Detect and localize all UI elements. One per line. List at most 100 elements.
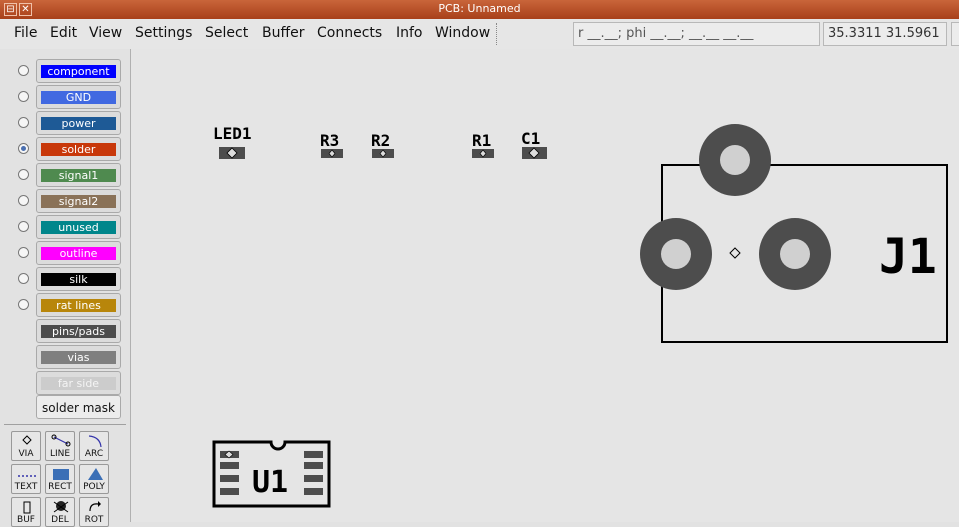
layer-toggle-button[interactable]: unused xyxy=(36,215,121,239)
text-icon xyxy=(12,466,40,482)
layer-label: silk xyxy=(41,273,116,286)
layer-toggle-button[interactable]: vias xyxy=(36,345,121,369)
tool-text-button[interactable]: TEXT xyxy=(11,464,41,494)
layer-label: signal2 xyxy=(41,195,116,208)
j1-hole-left xyxy=(661,239,691,269)
tool-rot-button[interactable]: ROT xyxy=(79,497,109,527)
tool-arc-button[interactable]: ARC xyxy=(79,431,109,461)
led1-refdes: LED1 xyxy=(213,124,252,143)
layer-toggle-button[interactable]: silk xyxy=(36,267,121,291)
j1-mark xyxy=(729,247,741,259)
tool-via-button[interactable]: VIA xyxy=(11,431,41,461)
component-j1[interactable]: J1 xyxy=(640,124,948,343)
tool-label: VIA xyxy=(18,449,34,459)
board-canvas[interactable]: LED1 R3 R2 R1 C1 J1 U1 xyxy=(131,49,959,522)
layer-toggle-button[interactable]: pins/pads xyxy=(36,319,121,343)
menu-view[interactable]: View xyxy=(89,25,122,41)
layer-row: rat lines xyxy=(0,293,130,317)
component-c1[interactable]: C1 xyxy=(521,129,547,159)
layer-toggle-button[interactable]: rat lines xyxy=(36,293,121,317)
menu-select[interactable]: Select xyxy=(205,25,248,41)
c1-refdes: C1 xyxy=(521,129,540,148)
layer-label: far side xyxy=(41,377,116,390)
layer-row: GND xyxy=(0,85,130,109)
solder-mask-button[interactable]: solder mask xyxy=(36,395,121,419)
layer-row: pins/pads xyxy=(0,319,130,343)
layer-radio[interactable] xyxy=(18,247,29,258)
menu-buffer[interactable]: Buffer xyxy=(262,25,305,41)
layer-toggle-button[interactable]: signal2 xyxy=(36,189,121,213)
tool-rect-button[interactable]: RECT xyxy=(45,464,75,494)
menu-info[interactable]: Info xyxy=(396,25,423,41)
tool-line-button[interactable]: LINE xyxy=(45,431,75,461)
component-r2[interactable]: R2 xyxy=(371,131,394,158)
layer-toggle-button[interactable]: GND xyxy=(36,85,121,109)
layer-toggle-button[interactable]: outline xyxy=(36,241,121,265)
via-icon xyxy=(12,433,40,449)
layer-row: far side xyxy=(0,371,130,395)
layer-panel: component GND power solder signal1 signal2 unu… xyxy=(0,49,131,527)
tool-label: LINE xyxy=(49,449,71,459)
layer-toggle-button[interactable]: far side xyxy=(36,371,121,395)
j1-hole-right xyxy=(780,239,810,269)
layer-label: rat lines xyxy=(41,299,116,312)
layer-toggle-button[interactable]: power xyxy=(36,111,121,135)
rect-icon xyxy=(46,466,74,482)
r1-refdes: R1 xyxy=(472,131,491,150)
layer-label: solder xyxy=(41,143,116,156)
layer-row: solder xyxy=(0,137,130,161)
layer-radio[interactable] xyxy=(18,169,29,180)
layer-label: power xyxy=(41,117,116,130)
window-title: PCB: Unnamed xyxy=(438,2,521,15)
rotate-icon xyxy=(80,499,108,515)
layer-toggle-button[interactable]: signal1 xyxy=(36,163,121,187)
cursor-coordinates-display: 35.3311 31.5961 xyxy=(823,22,947,46)
component-led1[interactable]: LED1 xyxy=(213,124,252,159)
layer-toggle-button[interactable]: solder xyxy=(36,137,121,161)
layer-row: signal2 xyxy=(0,189,130,213)
layer-radio[interactable] xyxy=(18,143,29,154)
u1-refdes: U1 xyxy=(252,465,288,500)
component-r1[interactable]: R1 xyxy=(472,131,494,158)
r3-refdes: R3 xyxy=(320,131,339,150)
menu-file[interactable]: File xyxy=(14,25,37,41)
j1-hole-top xyxy=(720,145,750,175)
tool-del-button[interactable]: DEL xyxy=(45,497,75,527)
layer-label: pins/pads xyxy=(41,325,116,338)
layer-row: vias xyxy=(0,345,130,369)
board-drawing[interactable]: LED1 R3 R2 R1 C1 J1 U1 xyxy=(131,49,959,522)
layer-row: silk xyxy=(0,267,130,291)
layer-row: signal1 xyxy=(0,163,130,187)
tool-label: BUF xyxy=(17,515,35,525)
tool-poly-button[interactable]: POLY xyxy=(79,464,109,494)
menu-edit[interactable]: Edit xyxy=(50,25,77,41)
layer-radio[interactable] xyxy=(18,221,29,232)
component-r3[interactable]: R3 xyxy=(320,131,343,158)
layer-radio[interactable] xyxy=(18,195,29,206)
tool-label: ARC xyxy=(84,449,104,459)
tool-buf-button[interactable]: BUF xyxy=(11,497,41,527)
layer-label: GND xyxy=(41,91,116,104)
line-icon xyxy=(46,433,74,449)
menu-separator xyxy=(496,23,499,45)
layer-radio[interactable] xyxy=(18,91,29,102)
menu-window[interactable]: Window xyxy=(435,25,490,41)
layer-toggle-button[interactable]: component xyxy=(36,59,121,83)
tool-label: TEXT xyxy=(14,482,38,492)
menu-settings[interactable]: Settings xyxy=(135,25,192,41)
layer-label: signal1 xyxy=(41,169,116,182)
layer-radio[interactable] xyxy=(18,117,29,128)
layer-label: unused xyxy=(41,221,116,234)
layer-row: outline xyxy=(0,241,130,265)
extra-status-field xyxy=(951,22,959,46)
menu-connects[interactable]: Connects xyxy=(317,25,382,41)
component-u1[interactable]: U1 xyxy=(212,440,331,508)
title-bar: ⊟ ✕ PCB: Unnamed xyxy=(0,0,959,19)
j1-refdes: J1 xyxy=(879,229,937,285)
solder-mask-label: solder mask xyxy=(42,401,115,415)
polar-coordinates-display: r __.__; phi __.__; __.__ __.__ xyxy=(573,22,820,46)
layer-radio[interactable] xyxy=(18,65,29,76)
layer-radio[interactable] xyxy=(18,273,29,284)
arc-icon xyxy=(80,433,108,449)
layer-radio[interactable] xyxy=(18,299,29,310)
